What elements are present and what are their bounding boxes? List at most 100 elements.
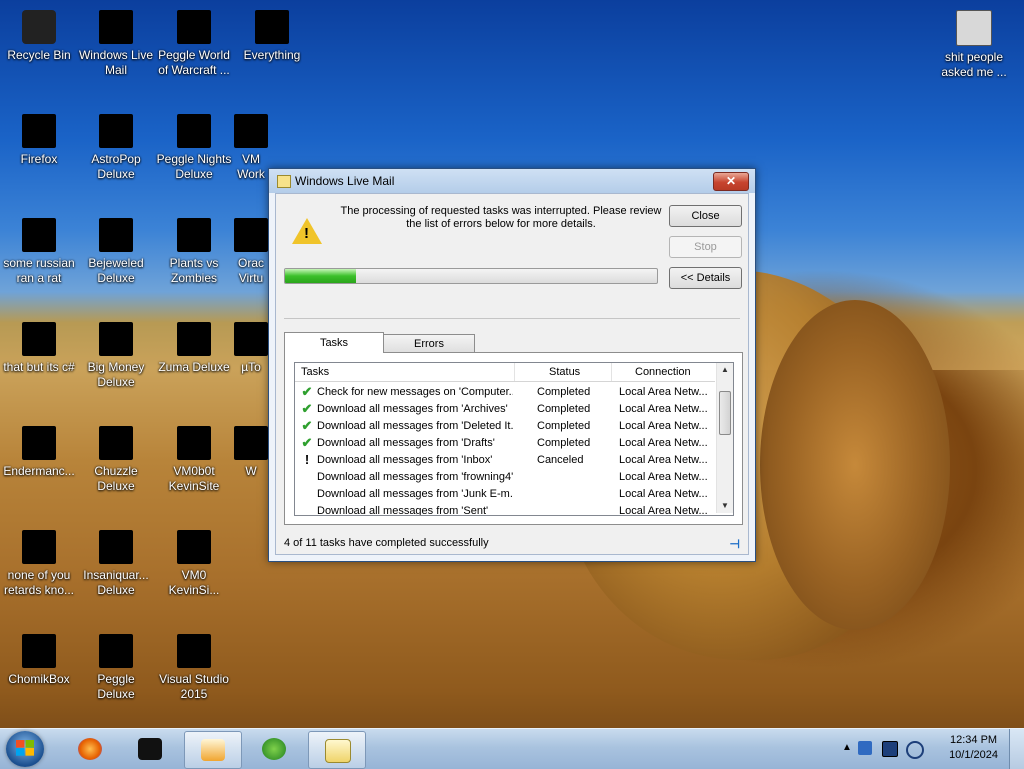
desktop-icon-chuzzle[interactable]: Chuzzle Deluxe — [78, 426, 154, 494]
progress-bar — [284, 268, 658, 284]
table-row[interactable]: Download all messages from 'frowning4' Lo… — [295, 469, 715, 486]
status-cell: Completed — [537, 437, 591, 449]
desktop-icon-visual-studio[interactable]: Visual Studio 2015 — [156, 634, 232, 702]
table-row[interactable]: ✔ Download all messages from 'Deleted It.… — [295, 418, 715, 435]
table-row[interactable]: Download all messages from 'Junk E-m... L… — [295, 486, 715, 503]
app-icon — [177, 530, 211, 564]
app-icon — [99, 114, 133, 148]
clock[interactable]: 12:34 PM 10/1/2024 — [949, 733, 998, 763]
desktop-icon-none-of-you[interactable]: none of you retards kno... — [1, 530, 77, 598]
table-row[interactable]: ! Download all messages from 'Inbox' Cance… — [295, 452, 715, 469]
warning-icon: ! — [292, 218, 322, 244]
desktop-icon-big-money[interactable]: Big Money Deluxe — [78, 322, 154, 390]
desktop-icon-zuma[interactable]: Zuma Deluxe — [156, 322, 232, 375]
tasks-list[interactable]: Tasks Status Connection ✔ Check for new m… — [294, 362, 734, 516]
desktop-icon-peggle-deluxe[interactable]: Peggle Deluxe — [78, 634, 154, 702]
desktop-icon-vm0-kevinsite[interactable]: VM0 KevinSi... — [156, 530, 232, 598]
tasks-panel: Tasks Status Connection ✔ Check for new m… — [284, 352, 743, 525]
blank-icon — [300, 487, 314, 501]
taskbar-windows-live-mail[interactable] — [308, 731, 366, 769]
desktop-icon-vm0b0t[interactable]: VM0b0t KevinSite — [156, 426, 232, 494]
desktop-icon-chomikbox[interactable]: ChomikBox — [1, 634, 77, 687]
details-toggle-button[interactable]: << Details — [669, 267, 742, 289]
network-icon[interactable] — [882, 741, 898, 757]
show-hidden-icons-icon[interactable]: ▲ — [840, 741, 854, 755]
status-cell: Completed — [537, 386, 591, 398]
task-cell: Download all messages from 'Junk E-m... — [317, 488, 513, 500]
summary-text: 4 of 11 tasks have completed successfull… — [284, 537, 489, 549]
pin-icon[interactable]: ⊣ — [730, 537, 740, 551]
tab-errors[interactable]: Errors — [383, 334, 475, 353]
start-button[interactable] — [6, 731, 44, 767]
check-icon: ✔ — [301, 418, 313, 433]
taskbar-download-manager[interactable] — [246, 731, 302, 767]
app-icon — [22, 426, 56, 460]
column-header-tasks[interactable]: Tasks — [301, 366, 329, 378]
task-cell: Download all messages from 'Inbox' — [317, 454, 493, 466]
scroll-down-icon[interactable]: ▼ — [717, 499, 733, 513]
volume-icon[interactable] — [906, 741, 924, 759]
app-icon — [99, 322, 133, 356]
column-header-connection[interactable]: Connection — [635, 366, 691, 378]
desktop-icon-peggle-nights[interactable]: Peggle Nights Deluxe — [156, 114, 232, 182]
scroll-thumb[interactable] — [719, 391, 731, 435]
desktop-icon-astropop[interactable]: AstroPop Deluxe — [78, 114, 154, 182]
vertical-scrollbar[interactable]: ▲ ▼ — [716, 363, 733, 513]
connection-cell: Local Area Netw... — [619, 386, 708, 398]
desktop-icon-w[interactable]: W — [234, 426, 268, 479]
app-icon — [234, 322, 268, 356]
desktop-icon-folder[interactable]: shit people asked me ... — [936, 10, 1012, 80]
tray-app-icon[interactable] — [858, 741, 872, 755]
desktop-icon-endermanch[interactable]: Endermanc... — [1, 426, 77, 479]
status-cell: Canceled — [537, 454, 584, 466]
progress-fill — [285, 269, 356, 283]
desktop-icon-russian-rat[interactable]: some russian ran a rat — [1, 218, 77, 286]
column-header-status[interactable]: Status — [549, 366, 580, 378]
connection-cell: Local Area Netw... — [619, 420, 708, 432]
scroll-up-icon[interactable]: ▲ — [717, 363, 733, 377]
desktop-icon-insaniquarium[interactable]: Insaniquar... Deluxe — [78, 530, 154, 598]
connection-cell: Local Area Netw... — [619, 505, 708, 516]
wallpaper-hay-bale-end — [760, 300, 950, 630]
app-icon — [177, 322, 211, 356]
task-cell: Download all messages from 'Deleted It..… — [317, 420, 513, 432]
close-button[interactable]: Close — [669, 205, 742, 227]
connection-cell: Local Area Netw... — [619, 454, 708, 466]
table-row[interactable]: ✔ Download all messages from 'Archives' Co… — [295, 401, 715, 418]
show-desktop-button[interactable] — [1009, 729, 1024, 769]
app-icon — [234, 218, 268, 252]
warning-icon: ! — [300, 453, 314, 467]
dialog-titlebar[interactable]: Windows Live Mail ✕ — [269, 169, 755, 193]
desktop-icon-oracle-virtualbox[interactable]: Orac Virtu — [234, 218, 268, 286]
desktop-icon-plants-vs-zombies[interactable]: Plants vs Zombies — [156, 218, 232, 286]
desktop-icon-utorrent[interactable]: µTo — [234, 322, 268, 375]
taskbar-media-player[interactable] — [184, 731, 242, 769]
firefox-icon — [78, 738, 102, 760]
desktop-icon-that-but-c-sharp[interactable]: that but its c# — [1, 322, 77, 375]
app-icon — [177, 218, 211, 252]
desktop-icon-vm-work[interactable]: VM Work — [234, 114, 268, 182]
desktop-icon-peggle-world[interactable]: Peggle World of Warcraft ... — [156, 10, 232, 78]
table-row[interactable]: ✔ Check for new messages on 'Computer... C… — [295, 384, 715, 401]
dialog-title: Windows Live Mail — [295, 174, 395, 188]
taskbar: ▲ 12:34 PM 10/1/2024 — [0, 728, 1024, 769]
taskbar-media[interactable] — [122, 731, 178, 767]
desktop-icon-recycle-bin[interactable]: Recycle Bin — [1, 10, 77, 63]
task-cell: Download all messages from 'Drafts' — [317, 437, 495, 449]
desktop-icon-bejeweled[interactable]: Bejeweled Deluxe — [78, 218, 154, 286]
desktop-icon-windows-live-mail[interactable]: Windows Live Mail — [78, 10, 154, 78]
connection-cell: Local Area Netw... — [619, 488, 708, 500]
table-row[interactable]: ✔ Download all messages from 'Drafts' Comp… — [295, 435, 715, 452]
check-icon: ✔ — [301, 384, 313, 399]
app-icon — [22, 634, 56, 668]
desktop-icon-firefox[interactable]: Firefox — [1, 114, 77, 167]
connection-cell: Local Area Netw... — [619, 471, 708, 483]
stop-button[interactable]: Stop — [669, 236, 742, 258]
tab-tasks[interactable]: Tasks — [284, 332, 384, 353]
window-close-button[interactable]: ✕ — [713, 172, 749, 191]
task-cell: Download all messages from 'frowning4' — [317, 471, 513, 483]
desktop-icon-everything[interactable]: Everything — [234, 10, 310, 63]
column-separator — [611, 363, 612, 381]
table-row[interactable]: Download all messages from 'Sent' Local A… — [295, 503, 715, 516]
taskbar-firefox[interactable] — [62, 731, 118, 767]
